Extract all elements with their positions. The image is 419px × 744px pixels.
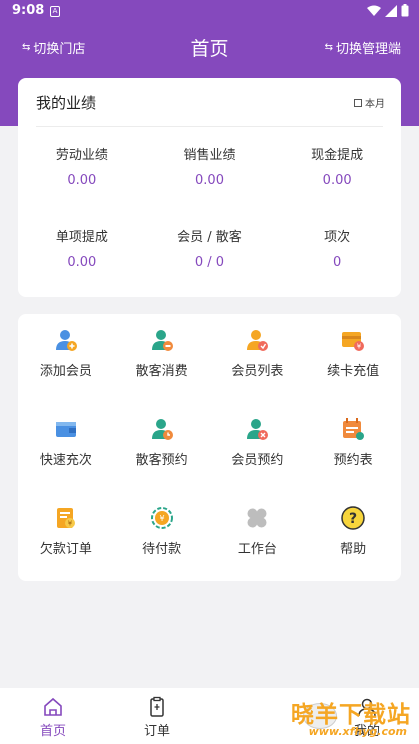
watermark-text: 晓羊下载站 — [291, 702, 411, 728]
menu-label: 快速充次 — [39, 453, 92, 468]
top-bar: ⇆ 切换门店 首页 ⇆ 切换管理端 — [0, 30, 419, 64]
walkin-consume-icon — [150, 328, 174, 352]
svg-text:?: ? — [349, 511, 357, 527]
tab-label: 订单 — [143, 724, 170, 739]
stat-label: 单项提成 — [55, 230, 108, 245]
switch-admin-label: 切换管理端 — [335, 42, 401, 57]
stat-label: 现金提成 — [311, 148, 364, 163]
menu-label: 添加会员 — [39, 364, 92, 379]
wallet-icon — [54, 417, 78, 441]
status-time: 9:08 — [12, 3, 45, 18]
money-bag-icon: ¥ — [150, 506, 174, 530]
menu-workbench[interactable]: 工作台 — [210, 506, 306, 595]
menu-member-list[interactable]: 会员列表 — [210, 328, 306, 417]
stat-label: 销售业绩 — [183, 148, 236, 163]
add-member-icon — [54, 328, 78, 352]
menu-label: 散客消费 — [135, 364, 188, 379]
calendar-icon — [354, 98, 362, 107]
stat-label: 项次 — [324, 230, 351, 245]
menu-label: 工作台 — [237, 542, 277, 557]
stat-label: 会员 / 散客 — [177, 230, 242, 245]
stat-item-count: 项次 0 — [273, 226, 401, 270]
period-label: 本月 — [365, 99, 385, 110]
calendar-icon — [341, 417, 365, 441]
tab-label: 首页 — [39, 724, 66, 739]
status-icons — [367, 4, 409, 17]
stat-labor: 劳动业绩 0.00 — [18, 144, 146, 188]
walkin-booking-icon — [150, 417, 174, 441]
switch-admin-button[interactable]: ⇆ 切换管理端 — [325, 38, 401, 57]
stat-cash-commission: 现金提成 0.00 — [273, 144, 401, 188]
swap-icon: ⇆ — [324, 42, 333, 53]
period-selector[interactable]: 本月 — [354, 95, 385, 110]
menu-member-booking[interactable]: 会员预约 — [210, 417, 306, 506]
svg-text:¥: ¥ — [357, 343, 362, 351]
svg-text:¥: ¥ — [68, 520, 73, 528]
menu-label: 待付款 — [142, 542, 182, 557]
performance-card: 我的业绩 本月 劳动业绩 0.00 销售业绩 0.00 现金提成 0.00 单项提成 0… — [18, 78, 401, 297]
menu-help[interactable]: ? 帮助 — [305, 506, 401, 595]
stat-member-walkin: 会员 / 散客 0 / 0 — [146, 226, 274, 270]
menu-label: 预约表 — [333, 453, 373, 468]
stat-value: 0.00 — [67, 173, 97, 188]
card-recharge-icon: ¥ — [341, 328, 365, 352]
menu-quick-recharge[interactable]: 快速充次 — [18, 417, 114, 506]
battery-icon — [401, 4, 409, 17]
menu-debt-order[interactable]: ¥ 欠款订单 — [18, 506, 114, 595]
stats-grid: 劳动业绩 0.00 销售业绩 0.00 现金提成 0.00 单项提成 0.00 会员 /… — [18, 144, 401, 270]
menu-label: 会员预约 — [231, 453, 284, 468]
svg-text:¥: ¥ — [159, 514, 164, 523]
menu-walkin-booking[interactable]: 散客预约 — [114, 417, 210, 506]
menu-card-recharge[interactable]: ¥ 续卡充值 — [305, 328, 401, 417]
menu-label: 会员列表 — [231, 364, 284, 379]
stat-label: 劳动业绩 — [55, 148, 108, 163]
stat-value: 0.00 — [195, 173, 224, 188]
stat-sales: 销售业绩 0.00 — [146, 144, 274, 188]
watermark-url: www.xfhyg.com — [308, 725, 407, 738]
menu-grid: 添加会员 散客消费 会员列表 ¥ 续卡充值 快速充次 散客预约 会员预约 预约表… — [18, 328, 401, 595]
menu-label: 帮助 — [340, 542, 367, 557]
clipboard-icon — [150, 696, 164, 717]
menu-label: 散客预约 — [135, 453, 188, 468]
menu-label: 欠款订单 — [39, 542, 92, 557]
stat-value: 0 — [333, 255, 342, 270]
stat-value: 0.00 — [67, 255, 97, 270]
help-icon: ? — [341, 506, 365, 530]
menu-add-member[interactable]: 添加会员 — [18, 328, 114, 417]
divider — [36, 126, 383, 127]
workbench-icon — [245, 506, 269, 530]
tab-orders[interactable]: 订单 — [127, 696, 187, 739]
debt-order-icon: ¥ — [54, 506, 78, 530]
menu-pending-payment[interactable]: ¥ 待付款 — [114, 506, 210, 595]
member-booking-icon — [245, 417, 269, 441]
menu-walkin-consume[interactable]: 散客消费 — [114, 328, 210, 417]
performance-title: 我的业绩 — [36, 94, 97, 112]
notification-a-icon: A — [50, 6, 60, 17]
stat-item-commission: 单项提成 0.00 — [18, 226, 146, 270]
tab-home[interactable]: 首页 — [23, 696, 83, 739]
stat-value: 0.00 — [322, 173, 352, 188]
status-bar: 9:08 A — [0, 0, 419, 24]
signal-icon — [385, 4, 397, 17]
menu-card: 添加会员 散客消费 会员列表 ¥ 续卡充值 快速充次 散客预约 会员预约 预约表… — [18, 314, 401, 581]
member-list-icon — [245, 328, 269, 352]
stat-value: 0 / 0 — [194, 255, 225, 270]
home-icon — [44, 697, 62, 716]
wifi-icon — [367, 5, 381, 16]
watermark: 晓羊下载站 www.xfhyg.com — [235, 695, 415, 741]
menu-booking-table[interactable]: 预约表 — [305, 417, 401, 506]
menu-label: 续卡充值 — [327, 364, 380, 379]
